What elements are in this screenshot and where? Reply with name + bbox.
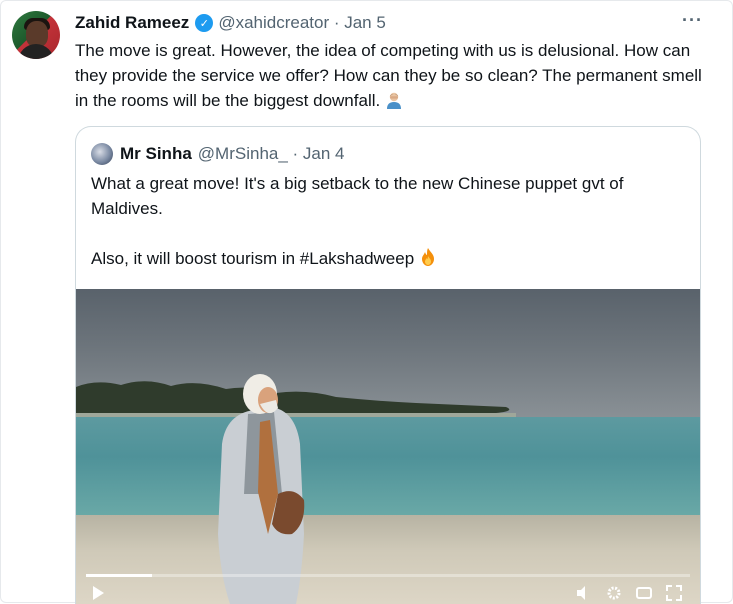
person-facepalming-emoji-icon <box>386 92 401 109</box>
verified-badge-icon: ✓ <box>195 14 214 32</box>
volume-icon[interactable] <box>576 585 592 601</box>
video-progress-fill <box>86 574 153 577</box>
video-controls <box>76 585 700 604</box>
video-sea <box>76 417 700 517</box>
tweet-header: Zahid Rameez ✓ @xahidcreator · Jan 5 <box>75 12 386 34</box>
quoted-author-name: Mr Sinha <box>120 144 192 163</box>
video-person <box>218 374 305 604</box>
quoted-paragraph-2: Also, it will boost tourism in #Lakshadw… <box>91 249 415 268</box>
quoted-author-handle-date: @MrSinha_ · Jan 4 <box>197 144 345 163</box>
captions-icon[interactable] <box>636 585 652 601</box>
author-name[interactable]: Zahid Rameez <box>75 13 189 33</box>
quoted-text: What a great move! It's a big setback to… <box>91 171 691 271</box>
quoted-paragraph-2-wrap: Also, it will boost tourism in #Lakshadw… <box>91 246 691 271</box>
quoted-header: Mr Sinha @MrSinha_ · Jan 4 <box>91 143 345 165</box>
more-options-icon[interactable]: ··· <box>682 10 703 31</box>
settings-gear-icon[interactable] <box>606 585 622 601</box>
author-avatar[interactable] <box>12 11 60 59</box>
author-handle-date[interactable]: @xahidcreator · Jan 5 <box>218 13 386 33</box>
video-progress-bar[interactable] <box>86 574 690 577</box>
quoted-author-avatar <box>91 143 113 165</box>
play-icon[interactable] <box>90 585 106 601</box>
fire-emoji-icon <box>421 248 434 266</box>
video-player[interactable] <box>76 289 700 604</box>
quoted-paragraph-1: What a great move! It's a big setback to… <box>91 174 624 218</box>
fullscreen-icon[interactable] <box>666 585 682 601</box>
quoted-tweet[interactable]: Mr Sinha @MrSinha_ · Jan 4 What a great … <box>75 126 701 604</box>
tweet-text: The move is great. However, the idea of … <box>75 38 715 113</box>
